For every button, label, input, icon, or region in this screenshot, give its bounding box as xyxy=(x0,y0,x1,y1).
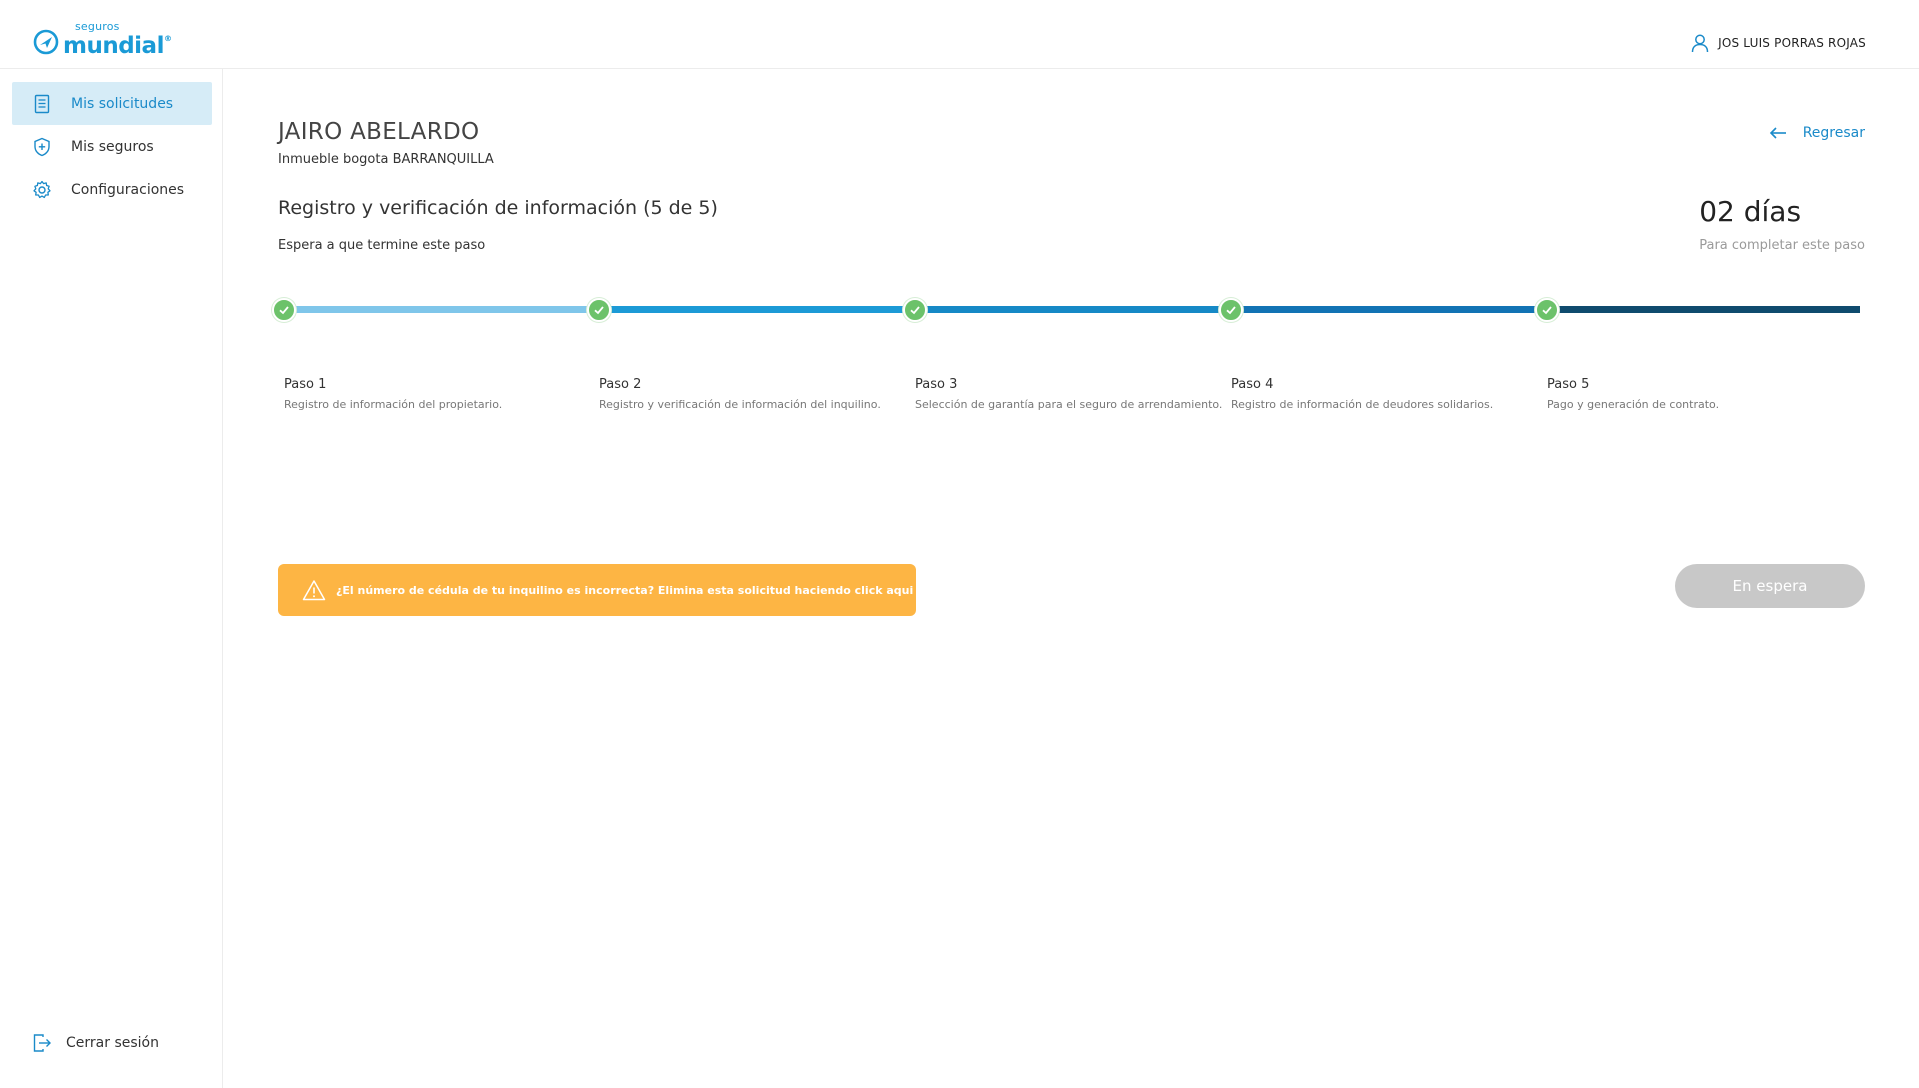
warning-text: ¿El número de cédula de tu inquilino es … xyxy=(336,583,914,597)
days-value: 02 días xyxy=(1699,195,1802,228)
main-content: JAIRO ABELARDO Inmueble bogota BARRANQUI… xyxy=(224,69,1919,1088)
step-description: Selección de garantía para el seguro de … xyxy=(915,398,1223,411)
step-2-check xyxy=(587,298,611,322)
sidebar-item-label: Mis seguros xyxy=(71,138,154,155)
en-espera-button[interactable]: En espera xyxy=(1675,564,1865,608)
step-description: Registro de información de deudores soli… xyxy=(1231,398,1494,411)
warning-icon xyxy=(302,580,326,601)
back-button[interactable]: Regresar xyxy=(1769,125,1865,141)
logo-small-text: seguros xyxy=(75,20,120,33)
step-description: Registro y verificación de información d… xyxy=(599,398,881,411)
user-name: JOS LUIS PORRAS ROJAS xyxy=(1718,36,1866,50)
sidebar-item-label: Mis solicitudes xyxy=(71,95,174,112)
step-subtitle: Espera a que termine este paso xyxy=(278,238,486,253)
user-menu[interactable]: JOS LUIS PORRAS ROJAS xyxy=(1690,33,1866,53)
step-3-check xyxy=(903,298,927,322)
check-icon xyxy=(1226,306,1236,315)
gear-icon xyxy=(33,180,51,198)
property-subtitle: Inmueble bogota BARRANQUILLA xyxy=(278,152,494,167)
check-icon xyxy=(910,306,920,315)
step-name: Paso 1 xyxy=(284,377,327,392)
logout-icon xyxy=(33,1034,51,1052)
check-icon xyxy=(594,306,604,315)
step-name: Paso 5 xyxy=(1547,377,1590,392)
progress-segment-2 xyxy=(606,306,922,313)
step-2: Paso 2 Registro y verificación de inform… xyxy=(599,377,909,411)
sidebar-item-mis-solicitudes[interactable]: Mis solicitudes xyxy=(12,82,212,125)
step-name: Paso 3 xyxy=(915,377,958,392)
back-label: Regresar xyxy=(1802,125,1865,141)
step-description: Registro de información del propietario. xyxy=(284,398,503,411)
step-5: Paso 5 Pago y generación de contrato. xyxy=(1547,377,1857,411)
step-name: Paso 2 xyxy=(599,377,642,392)
delete-request-warning[interactable]: ¿El número de cédula de tu inquilino es … xyxy=(278,564,916,616)
step-progress-bar xyxy=(272,298,1862,322)
logout-label: Cerrar sesión xyxy=(66,1035,159,1051)
step-5-check xyxy=(1535,298,1559,322)
user-icon xyxy=(1691,34,1709,53)
step-4: Paso 4 Registro de información de deudor… xyxy=(1231,377,1541,411)
check-icon xyxy=(279,306,289,315)
step-3: Paso 3 Selección de garantía para el seg… xyxy=(915,377,1225,411)
step-1: Paso 1 Registro de información del propi… xyxy=(284,377,594,411)
arrow-left-icon xyxy=(1769,127,1786,139)
sidebar-item-mis-seguros[interactable]: Mis seguros xyxy=(12,125,212,168)
sidebar-item-configuraciones[interactable]: Configuraciones xyxy=(12,168,212,211)
logout-button[interactable]: Cerrar sesión xyxy=(32,1033,159,1053)
step-name: Paso 4 xyxy=(1231,377,1274,392)
progress-segment-1 xyxy=(290,306,606,313)
step-title: Registro y verificación de información (… xyxy=(278,197,718,219)
top-header: seguros mundial® JOS LUIS PORRAS ROJAS xyxy=(0,0,1919,69)
page-title: JAIRO ABELARDO xyxy=(278,119,480,145)
step-1-check xyxy=(272,298,296,322)
sidebar-item-label: Configuraciones xyxy=(71,181,185,198)
check-icon xyxy=(1542,306,1552,315)
sidebar: Mis solicitudes Mis seguros Configuracio… xyxy=(0,69,223,1088)
compass-logo-icon xyxy=(33,29,59,55)
progress-segment-3 xyxy=(922,306,1238,313)
days-remaining: 02 días Para completar este paso xyxy=(1699,195,1865,253)
document-icon xyxy=(34,94,50,113)
progress-segment-5 xyxy=(1554,306,1860,313)
step-description: Pago y generación de contrato. xyxy=(1547,398,1720,411)
step-4-check xyxy=(1219,298,1243,322)
days-caption: Para completar este paso xyxy=(1699,238,1865,253)
logo-big-text: mundial® xyxy=(63,33,172,59)
shield-plus-icon xyxy=(34,137,50,156)
brand-logo[interactable]: seguros mundial® xyxy=(33,21,172,59)
progress-segment-4 xyxy=(1238,306,1554,313)
